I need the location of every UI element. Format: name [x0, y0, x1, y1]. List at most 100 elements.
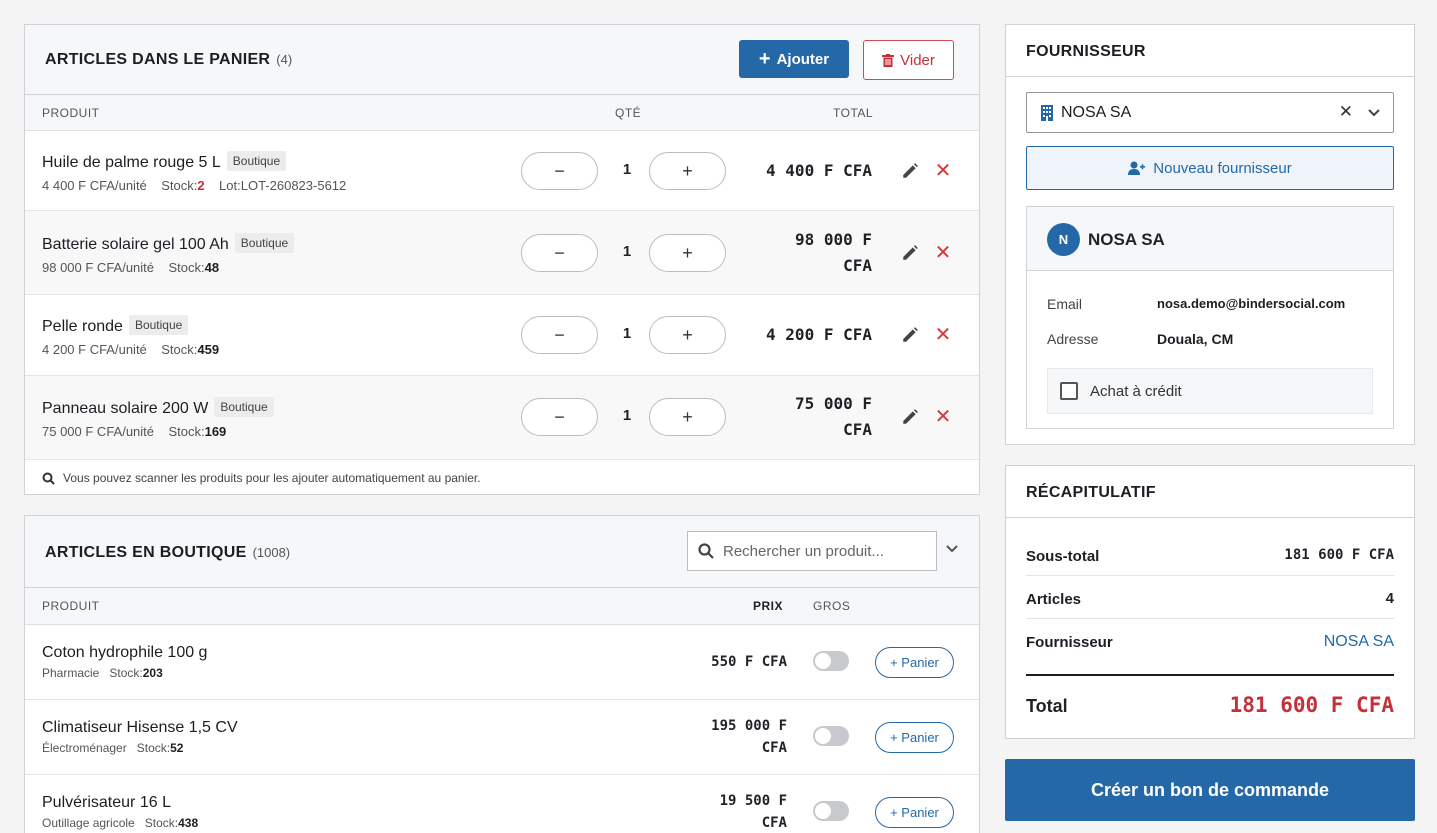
location-tag: Boutique — [128, 315, 189, 335]
address-value: Douala, CM — [1157, 331, 1234, 347]
credit-purchase-option: Achat à crédit — [1047, 368, 1373, 414]
product-name: Climatiseur Hisense 1,5 CV — [42, 719, 238, 736]
supplier-panel: FOURNISSEUR NOSA SA ✕ Nouveau fournisseu… — [1005, 24, 1415, 445]
decrement-button[interactable]: − — [521, 234, 598, 272]
clear-button-label: Vider — [900, 51, 935, 69]
cart-row: Pelle ronde Boutique 4 200 F CFA/unité St… — [25, 295, 979, 376]
decrement-button[interactable]: − — [521, 316, 598, 354]
shop-title: ARTICLES EN BOUTIQUE — [45, 544, 247, 561]
shop-count: (1008) — [252, 545, 291, 560]
col-bulk: GROS — [813, 599, 851, 613]
subtotal-value: 181 600 F CFA — [1284, 547, 1394, 563]
add-button-label: Ajouter — [776, 50, 830, 68]
cart-panel: ARTICLES DANS LE PANIER (4) + Ajouter Vid… — [24, 24, 980, 495]
edit-icon[interactable] — [901, 408, 919, 426]
remove-icon[interactable]: ✕ — [934, 161, 952, 181]
new-supplier-label: Nouveau fournisseur — [1153, 159, 1292, 177]
product-meta: 4 400 F CFA/unité Stock:2 Lot:LOT-260823… — [42, 178, 347, 193]
quantity-value: 1 — [622, 407, 632, 424]
product-name: Batterie solaire gel 100 Ah — [42, 236, 229, 253]
add-button[interactable]: + Ajouter — [739, 40, 849, 78]
remove-icon[interactable]: ✕ — [934, 407, 952, 427]
supplier-header: FOURNISSEUR — [1006, 25, 1414, 77]
supplier-select[interactable]: NOSA SA ✕ — [1026, 92, 1394, 133]
clear-cart-button[interactable]: Vider — [863, 40, 954, 80]
create-purchase-order-button[interactable]: Créer un bon de commande — [1005, 759, 1415, 821]
col-price: PRIX — [753, 599, 784, 613]
decrement-button[interactable]: − — [521, 398, 598, 436]
edit-icon[interactable] — [901, 244, 919, 262]
increment-button[interactable]: + — [649, 152, 726, 190]
subtotal-row: Sous-total 181 600 F CFA — [1026, 533, 1394, 576]
remove-icon[interactable]: ✕ — [934, 325, 952, 345]
product-meta: 75 000 F CFA/unité Stock:169 — [42, 424, 227, 439]
cart-row: Batterie solaire gel 100 Ah Boutique 98 0… — [25, 211, 979, 295]
add-to-cart-button[interactable]: + Panier — [875, 722, 954, 753]
summary-title: RÉCAPITULATIF — [1026, 484, 1156, 501]
product-price: 550 F CFA — [711, 654, 787, 670]
search-input[interactable] — [723, 542, 923, 560]
add-to-cart-button[interactable]: + Panier — [875, 797, 954, 828]
total-divider — [1026, 674, 1394, 676]
location-tag: Boutique — [226, 151, 287, 171]
quantity-value: 1 — [622, 243, 632, 260]
shop-row: Coton hydrophile 100 g Pharmacie Stock:2… — [25, 625, 979, 700]
product-name: Coton hydrophile 100 g — [42, 644, 208, 661]
chevron-down-icon[interactable] — [1367, 106, 1381, 120]
cart-row: Huile de palme rouge 5 L Boutique 4 400 F… — [25, 131, 979, 211]
stock-value: 2 — [197, 178, 205, 193]
line-total: 4 200 F CFA — [766, 325, 872, 344]
trash-icon — [882, 53, 895, 67]
building-icon — [1041, 104, 1053, 121]
scan-hint-text: Vous pouvez scanner les produits pour le… — [63, 471, 481, 485]
bulk-toggle[interactable] — [813, 801, 849, 821]
supplier-link[interactable]: NOSA SA — [1324, 633, 1394, 651]
col-product: PRODUIT — [42, 106, 100, 120]
cart-title: ARTICLES DANS LE PANIER — [45, 51, 271, 68]
decrement-button[interactable]: − — [521, 152, 598, 190]
shop-row: Pulvérisateur 16 L Outillage agricole St… — [25, 775, 979, 833]
clear-selection-icon[interactable]: ✕ — [1339, 102, 1353, 122]
remove-icon[interactable]: ✕ — [934, 243, 952, 263]
chevron-down-icon[interactable] — [945, 542, 959, 556]
credit-label: Achat à crédit — [1090, 382, 1182, 400]
credit-checkbox[interactable] — [1060, 382, 1078, 400]
summary-header: RÉCAPITULATIF — [1006, 466, 1414, 518]
email-label: Email — [1047, 296, 1083, 312]
lot-value: Lot:LOT-260823-5612 — [219, 178, 347, 193]
edit-icon[interactable] — [901, 162, 919, 180]
avatar: N — [1047, 223, 1080, 256]
search-icon — [42, 472, 55, 485]
edit-icon[interactable] — [901, 326, 919, 344]
product-meta: 4 200 F CFA/unité Stock:459 — [42, 342, 220, 357]
cart-header: ARTICLES DANS LE PANIER (4) + Ajouter Vid… — [25, 25, 979, 95]
supplier-name: NOSA SA — [1088, 230, 1165, 249]
shop-column-headers: PRODUIT PRIX GROS — [25, 588, 979, 625]
user-plus-icon — [1128, 161, 1146, 175]
total-label: Total — [1026, 696, 1068, 716]
quantity-value: 1 — [622, 325, 632, 342]
supplier-title: FOURNISSEUR — [1026, 43, 1146, 60]
search-icon — [698, 543, 714, 559]
bulk-toggle[interactable] — [813, 651, 849, 671]
shop-row: Climatiseur Hisense 1,5 CV Électroménage… — [25, 700, 979, 775]
product-name: Huile de palme rouge 5 L — [42, 154, 221, 171]
stock-value: 438 — [178, 816, 199, 830]
add-to-cart-button[interactable]: + Panier — [875, 647, 954, 678]
increment-button[interactable]: + — [649, 398, 726, 436]
increment-button[interactable]: + — [649, 234, 726, 272]
location-tag: Boutique — [234, 233, 295, 253]
product-price: 195 000 F CFA — [711, 718, 787, 756]
scan-hint: Vous pouvez scanner les produits pour le… — [42, 471, 481, 485]
new-supplier-button[interactable]: Nouveau fournisseur — [1026, 146, 1394, 190]
stock-value: 52 — [170, 741, 184, 755]
cart-count: (4) — [276, 52, 293, 67]
bulk-toggle[interactable] — [813, 726, 849, 746]
stock-value: 203 — [142, 666, 163, 680]
stock-value: 169 — [204, 424, 227, 439]
line-total: 75 000 F CFA — [794, 394, 872, 439]
address-label: Adresse — [1047, 331, 1099, 347]
product-name: Pulvérisateur 16 L — [42, 794, 171, 811]
summary-panel: RÉCAPITULATIF Sous-total 181 600 F CFA A… — [1005, 465, 1415, 739]
increment-button[interactable]: + — [649, 316, 726, 354]
